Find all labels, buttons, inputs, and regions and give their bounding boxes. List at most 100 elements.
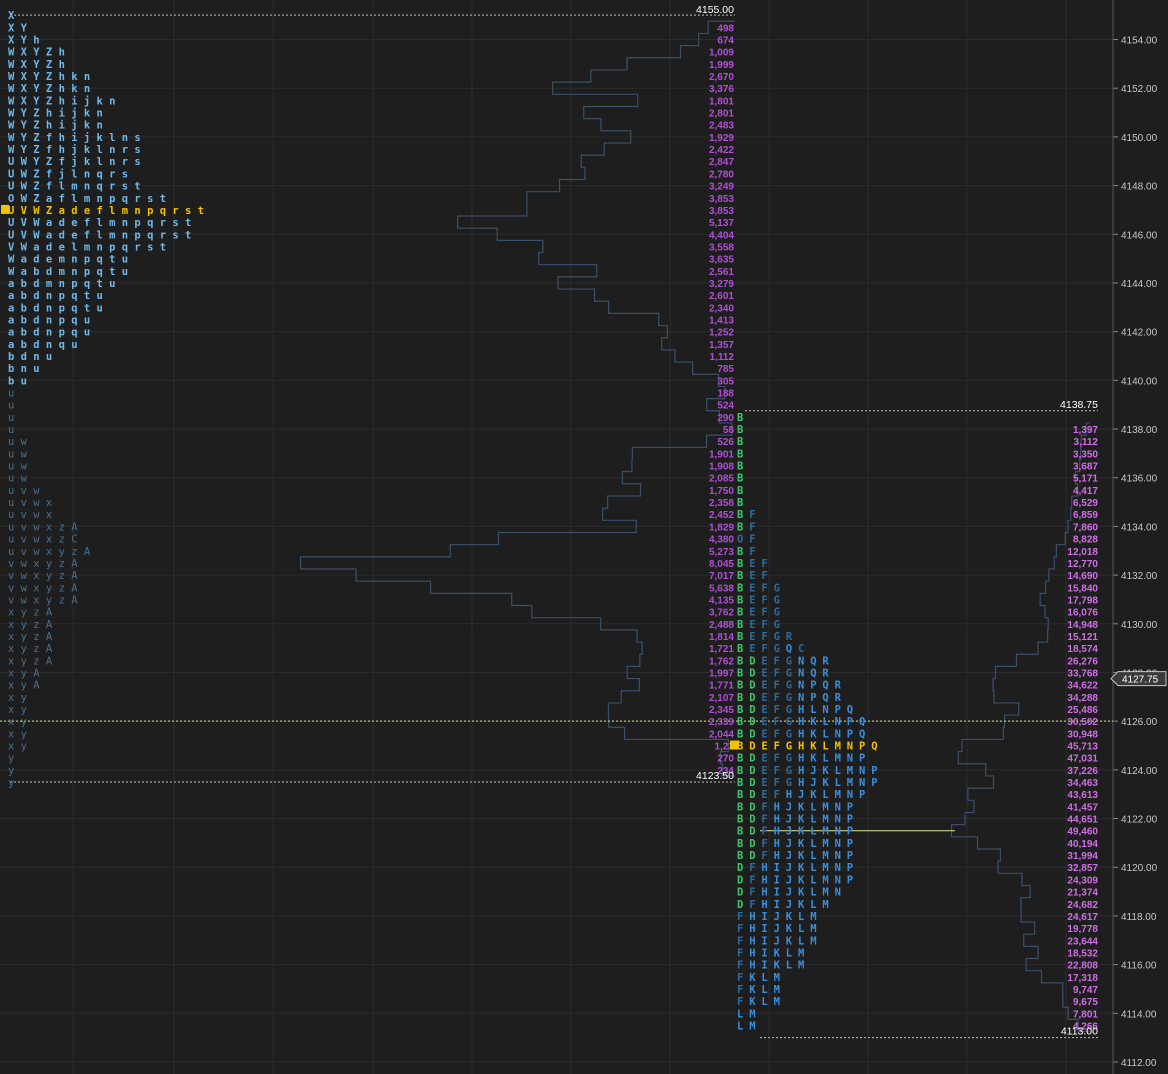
tpo-letter: P	[847, 874, 853, 886]
tpo-letter: F	[749, 521, 755, 533]
tpo-letter: B	[737, 655, 743, 667]
tpo-letter: B	[737, 485, 743, 497]
tpo-letter: D	[749, 704, 755, 716]
tpo-letter: M	[822, 899, 828, 911]
tpo-row: x y z A	[8, 607, 53, 619]
tpo-letter: F	[749, 546, 755, 558]
tpo-letter: B	[737, 546, 743, 558]
volume-value: 7,801	[1073, 1009, 1098, 1020]
tpo-row: U V W a d e f l m n p q r s t	[8, 217, 191, 229]
volume-value: 2,044	[709, 729, 734, 740]
tpo-letter: M	[822, 838, 828, 850]
tpo-letter: N	[835, 838, 841, 850]
tpo-letter: E	[749, 594, 755, 606]
tpo-row: X Y h	[8, 35, 40, 47]
tpo-letter: E	[761, 680, 767, 692]
tpo-letter: L	[822, 753, 828, 765]
tpo-letter: K	[749, 972, 756, 984]
tpo-letter: F	[774, 753, 780, 765]
profile-high-label: 4155.00	[696, 4, 734, 16]
volume-value: 58	[723, 425, 735, 436]
volume-value: 37,226	[1067, 766, 1098, 777]
tpo-letter: P	[835, 704, 841, 716]
volume-value: 524	[717, 401, 734, 412]
tpo-letter: L	[810, 704, 816, 716]
volume-value: 18,574	[1067, 644, 1098, 655]
tpo-letter: H	[761, 862, 767, 874]
tpo-letter: Q	[786, 643, 792, 655]
tpo-row: u v w	[8, 485, 40, 497]
tpo-letter: E	[761, 728, 767, 740]
tpo-row: W X Y Z h k n	[8, 83, 90, 95]
volume-value: 44,651	[1067, 815, 1098, 826]
tpo-letter: D	[737, 887, 743, 899]
tpo-letter: K	[798, 850, 805, 862]
market-profile-chart: 4112.00 4114.00 4116.00 4118.00 4120.00 4122.…	[0, 0, 1168, 1074]
tpo-letter: L	[798, 935, 804, 947]
tpo-row: x y z A	[8, 643, 53, 655]
tpo-letter: D	[749, 692, 755, 704]
tpo-row: u v w x z A	[8, 521, 78, 533]
tpo-letter: B	[737, 765, 743, 777]
tpo-letter: H	[749, 923, 755, 935]
tpo-letter: R	[822, 667, 829, 679]
tpo-letter: K	[798, 887, 805, 899]
tpo-letter: B	[737, 619, 743, 631]
tpo-letter: L	[810, 862, 816, 874]
tpo-row: W a b d m n p q t u	[8, 266, 128, 278]
y-tick-label: 4120.00	[1121, 863, 1158, 874]
tpo-row: u	[8, 412, 14, 424]
tpo-letter: F	[774, 789, 780, 801]
tpo-letter: I	[761, 960, 767, 972]
volume-value: 1,999	[709, 60, 734, 71]
tpo-letter: K	[798, 838, 805, 850]
tpo-letter: L	[810, 899, 816, 911]
tpo-letter: N	[798, 680, 804, 692]
tpo-letter: I	[761, 911, 767, 923]
volume-value: 2,340	[709, 303, 734, 314]
tpo-letter: G	[774, 643, 780, 655]
tpo-letter: L	[835, 777, 841, 789]
profile-high-label: 4138.75	[1060, 399, 1098, 411]
tpo-letter: F	[749, 887, 755, 899]
tpo-row: u w	[8, 436, 28, 448]
tpo-letter: M	[847, 777, 853, 789]
volume-value: 14,948	[1067, 620, 1098, 631]
tpo-row: O W Z a f l m n p q r s t	[8, 193, 166, 205]
y-tick-label: 4136.00	[1121, 474, 1158, 485]
tpo-letter: B	[737, 631, 743, 643]
tpo-letter: E	[761, 692, 767, 704]
tpo-row: x y z A	[8, 631, 53, 643]
tpo-row: a b d m n p q t u	[8, 278, 115, 290]
volume-value: 3,687	[1073, 462, 1098, 473]
volume-value: 34,622	[1067, 681, 1098, 692]
tpo-letter: F	[737, 996, 743, 1008]
volume-value: 19,778	[1067, 924, 1098, 935]
volume-value: 6,859	[1073, 510, 1098, 521]
volume-value: 14,690	[1067, 571, 1098, 582]
tpo-letter: B	[737, 570, 743, 582]
volume-value: 4,135	[709, 595, 734, 606]
volume-value: 1,929	[709, 133, 734, 144]
tpo-letter: I	[774, 887, 780, 899]
tpo-letter: E	[749, 570, 755, 582]
tpo-letter: K	[798, 801, 805, 813]
tpo-letter: F	[761, 801, 767, 813]
volume-value: 21,374	[1067, 888, 1098, 899]
tpo-letter: E	[749, 643, 755, 655]
y-tick-label: 4144.00	[1121, 279, 1158, 290]
tpo-letter: M	[774, 972, 780, 984]
tpo-letter: B	[737, 509, 743, 521]
tpo-row: U V W Z a d e f l m n p q r s t	[8, 205, 204, 217]
tpo-letter: N	[847, 741, 853, 753]
tpo-row: V W a d e l m n p q r s t	[8, 241, 166, 253]
tpo-letter: H	[786, 789, 792, 801]
volume-value: 9,675	[1073, 997, 1098, 1008]
tpo-letter: R	[835, 692, 842, 704]
tpo-letter: B	[737, 594, 743, 606]
tpo-row: u w	[8, 448, 28, 460]
tpo-letter: D	[749, 655, 755, 667]
volume-value: 18,532	[1067, 948, 1098, 959]
volume-value: 1,112	[710, 352, 735, 363]
tpo-letter: D	[749, 850, 755, 862]
